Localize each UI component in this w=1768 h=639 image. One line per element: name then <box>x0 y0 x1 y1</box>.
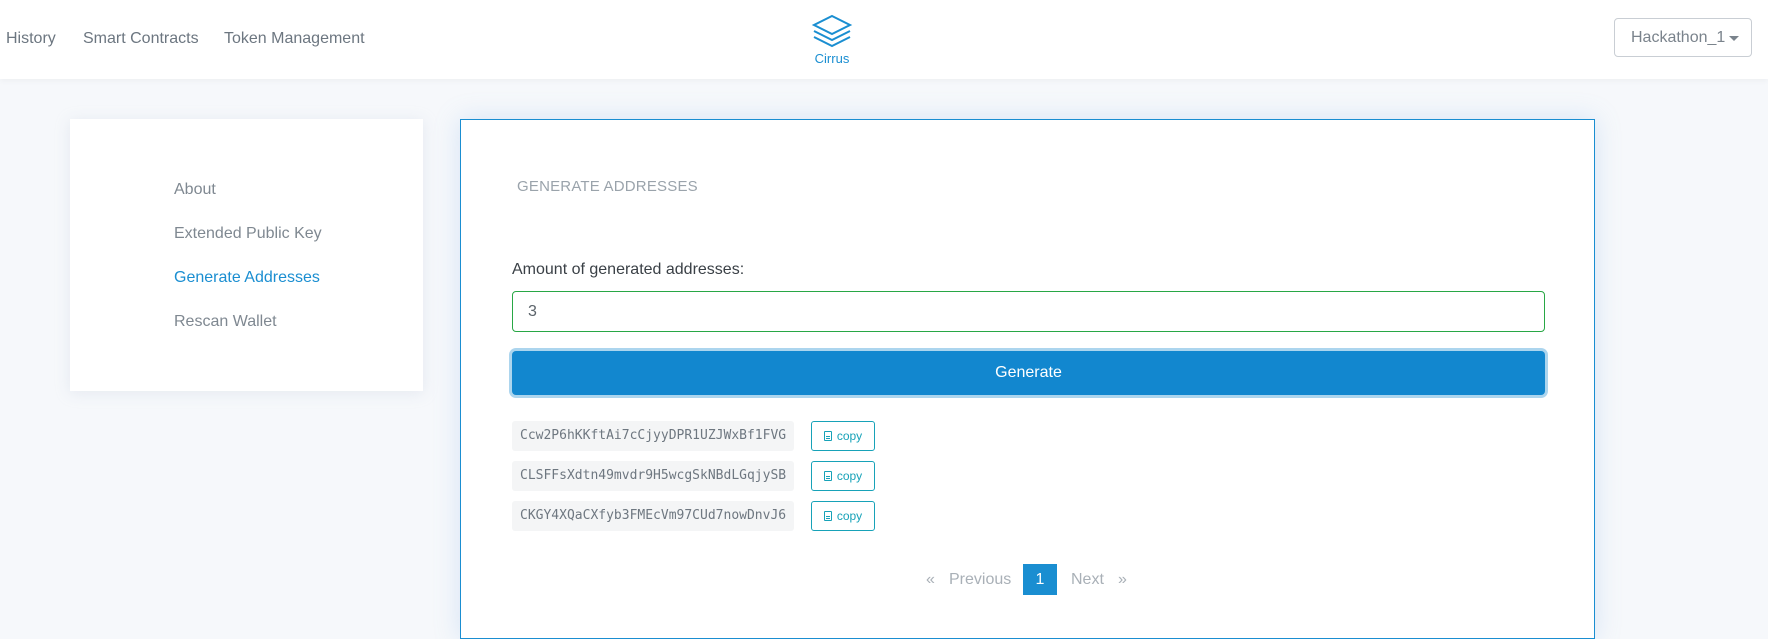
sidebar-item-about[interactable]: About <box>174 181 216 199</box>
pagination-prev-arrow[interactable]: « <box>926 571 935 589</box>
copy-label: copy <box>836 509 863 523</box>
panel-title: GENERATE ADDRESSES <box>517 178 698 195</box>
nav-link-smart-contracts[interactable]: Smart Contracts <box>83 30 199 48</box>
copy-button[interactable]: copy <box>811 501 875 531</box>
caret-down-icon <box>1729 36 1739 41</box>
sidebar-item-extended-public-key[interactable]: Extended Public Key <box>174 225 322 243</box>
nav-link-history[interactable]: History <box>6 30 56 48</box>
sidebar-item-generate-addresses[interactable]: Generate Addresses <box>174 269 320 287</box>
file-icon <box>823 511 832 521</box>
copy-button[interactable]: copy <box>811 461 875 491</box>
cirrus-logo-icon <box>811 14 853 48</box>
file-icon <box>823 471 832 481</box>
settings-sidebar: About Extended Public Key Generate Addre… <box>70 119 423 391</box>
generate-button[interactable]: Generate <box>512 351 1545 395</box>
wallet-name: Hackathon_1 <box>1631 29 1726 46</box>
copy-label: copy <box>836 429 863 443</box>
pagination: « Previous 1 Next » <box>461 564 1596 596</box>
copy-label: copy <box>836 469 863 483</box>
address-value: Ccw2P6hKKftAi7cCjyyDPR1UZJWxBf1FVG <box>512 421 795 451</box>
pagination-next[interactable]: Next <box>1071 571 1104 589</box>
address-value: CLSFFsXdtn49mvdr9H5wcgSkNBdLGqjySB <box>512 461 795 491</box>
logo-text: Cirrus <box>814 51 850 66</box>
nav-link-token-management[interactable]: Token Management <box>224 30 365 48</box>
pagination-page-1[interactable]: 1 <box>1023 564 1057 595</box>
wallet-dropdown[interactable]: Hackathon_1 <box>1614 18 1752 57</box>
generate-addresses-panel: GENERATE ADDRESSES Amount of generated a… <box>460 119 1595 639</box>
top-navbar: History Smart Contracts Token Management… <box>0 0 1768 79</box>
file-icon <box>823 431 832 441</box>
pagination-next-arrow[interactable]: » <box>1118 571 1127 589</box>
amount-label: Amount of generated addresses: <box>512 261 745 278</box>
sidebar-item-rescan-wallet[interactable]: Rescan Wallet <box>174 313 277 331</box>
copy-button[interactable]: copy <box>811 421 875 451</box>
pagination-previous[interactable]: Previous <box>949 571 1011 589</box>
amount-input[interactable] <box>512 291 1545 332</box>
address-value: CKGY4XQaCXfyb3FMEcVm97CUd7nowDnvJ6 <box>512 501 795 531</box>
cirrus-logo[interactable]: Cirrus <box>808 14 856 66</box>
